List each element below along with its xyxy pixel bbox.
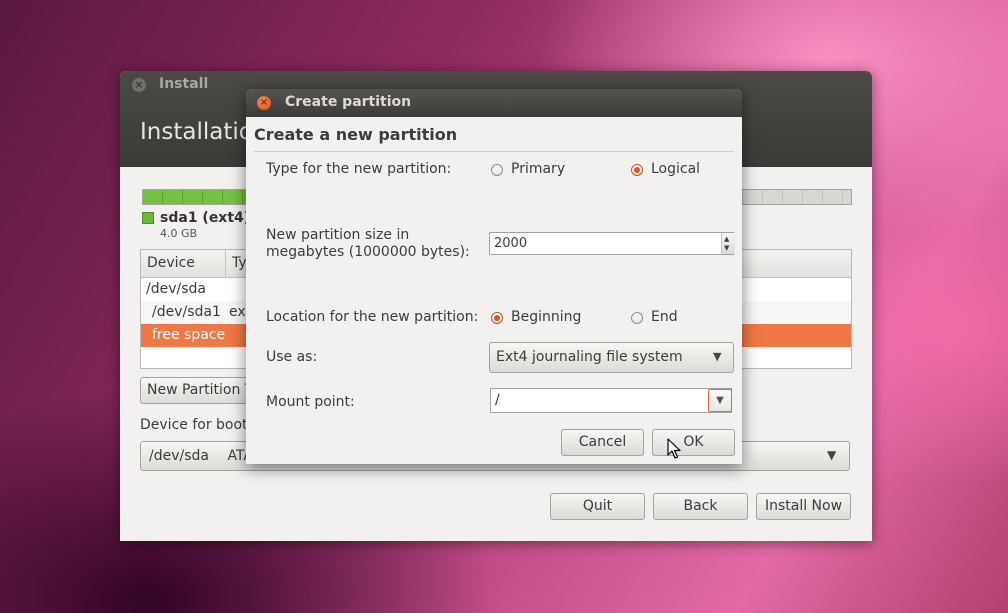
mount-point-input[interactable] xyxy=(490,388,732,413)
cancel-button[interactable]: Cancel xyxy=(561,429,644,456)
radio-primary-label[interactable]: Primary xyxy=(511,161,565,177)
radio-end[interactable] xyxy=(631,312,643,324)
radio-beginning[interactable] xyxy=(491,312,503,324)
new-partition-table-button[interactable]: New Partition T xyxy=(140,377,260,404)
dialog-titlebar: × Create partition xyxy=(246,89,742,117)
radio-logical[interactable] xyxy=(631,164,643,176)
divider xyxy=(254,151,734,152)
partition-size-label-line1: New partition size in xyxy=(266,227,410,243)
row-type: ex xyxy=(229,304,246,320)
column-header-device[interactable]: Device xyxy=(141,250,226,277)
legend-swatch xyxy=(142,212,154,224)
dialog-heading: Create a new partition xyxy=(254,125,458,144)
size-spinner[interactable]: ▲ ▼ xyxy=(721,233,735,254)
partition-location-label: Location for the new partition: xyxy=(266,309,479,325)
partition-size-label-line2: megabytes (1000000 bytes): xyxy=(266,244,470,260)
close-icon[interactable]: × xyxy=(257,96,271,110)
legend-partition-name: sda1 (ext4) xyxy=(160,210,251,226)
close-icon[interactable]: × xyxy=(132,78,146,92)
row-device: /dev/sda1 xyxy=(152,304,221,320)
boot-device-value: /dev/sda xyxy=(149,448,209,464)
legend-partition-size: 4.0 GB xyxy=(160,227,198,240)
mount-point-label: Mount point: xyxy=(266,394,355,410)
mount-point-dropdown-button[interactable]: ▼ xyxy=(708,389,732,412)
row-device: free space xyxy=(152,327,226,343)
row-device: /dev/sda xyxy=(146,281,206,297)
quit-button[interactable]: Quit xyxy=(550,493,645,520)
partition-usage-fill xyxy=(143,190,248,204)
filesystem-select[interactable]: Ext4 journaling file system xyxy=(489,342,734,373)
dialog-title: Create partition xyxy=(285,94,412,110)
back-button[interactable]: Back xyxy=(653,493,748,520)
spin-up-icon[interactable]: ▲ xyxy=(724,236,729,243)
radio-end-label[interactable]: End xyxy=(651,309,678,325)
use-as-label: Use as: xyxy=(266,349,318,365)
create-partition-dialog: × Create partition Create a new partitio… xyxy=(246,89,742,464)
install-now-button[interactable]: Install Now xyxy=(756,493,851,520)
window-title: Install xyxy=(159,76,209,92)
page-title: Installatio xyxy=(140,119,253,145)
radio-primary[interactable] xyxy=(491,164,503,176)
partition-size-input[interactable]: 2000 xyxy=(489,232,735,255)
radio-logical-label[interactable]: Logical xyxy=(651,161,700,177)
radio-beginning-label[interactable]: Beginning xyxy=(511,309,581,325)
mount-point-value[interactable]: / xyxy=(495,392,500,408)
partition-type-label: Type for the new partition: xyxy=(266,161,452,177)
ok-button[interactable]: OK xyxy=(652,429,735,456)
chevron-down-icon: ▼ xyxy=(713,350,722,363)
chevron-down-icon: ▼ xyxy=(827,448,837,462)
spin-down-icon[interactable]: ▼ xyxy=(724,245,729,252)
mouse-cursor-icon xyxy=(667,438,681,459)
boot-device-label: Device for boot xyxy=(140,417,248,433)
